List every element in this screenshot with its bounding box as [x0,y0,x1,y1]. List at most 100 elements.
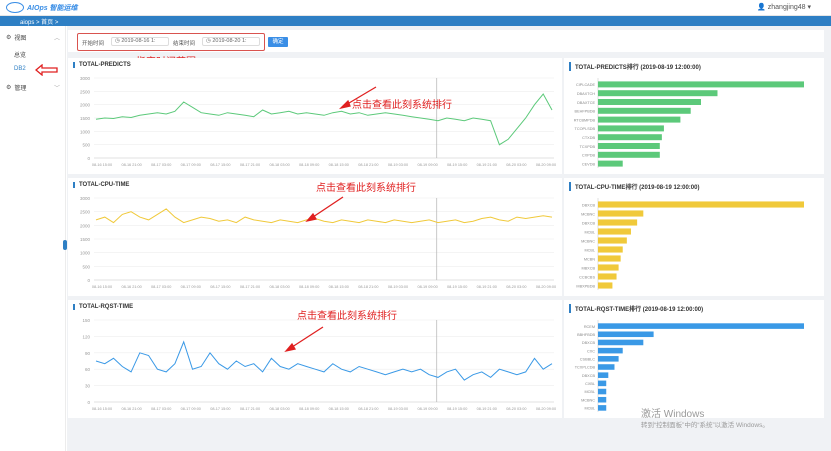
bar [598,323,804,329]
cpu-chart-panel: TOTAL-CPU-TIME 0 500 1000 1500 2000 2500 3000 0… [68,178,562,296]
series-line [95,340,553,381]
category-label: MCBN [584,257,595,261]
user-icon: 👤 [757,4,766,11]
x-tick-label: 08-19 03:00 [388,285,408,289]
bar [598,201,804,208]
y-tick-label: 120 [82,334,90,339]
x-tick-label: 08-17 21:00 [240,163,260,167]
y-tick-label: 500 [82,143,90,148]
sidebar-group-label: 管理 [14,86,27,92]
end-time-input[interactable]: ◷ 2019-08-20 1: [202,37,260,46]
start-time-input[interactable]: ◷ 2019-08-16 1: [111,37,169,46]
logo-icon [6,2,24,13]
category-label: MBXCB [581,266,595,270]
start-time-value: 2019-08-16 1: [121,38,156,44]
bar [598,219,638,226]
predicts-bar-chart[interactable]: CIPLCADE DBAXTCH DBAXTCE BEHFPBDB RTCBMPDB TC… [564,58,824,174]
top-bar: AIOps 智能运维 👤 zhangjing48 ▾ [0,0,831,16]
x-tick-label: 08-19 21:00 [477,285,497,289]
gear-icon: ⚙ [6,85,12,91]
x-tick-label: 08-16 15:00 [92,163,112,167]
y-tick-label: 2500 [80,210,91,215]
category-label: DBAXTCE [577,101,595,105]
category-label: BBHFBDB [577,333,595,337]
gear-icon: ⚙ [6,35,12,41]
user-menu[interactable]: 👤 zhangjing48 ▾ [757,3,811,11]
x-tick-label: 08-17 03:00 [151,407,171,411]
x-tick-label: 08-17 21:00 [240,285,260,289]
sidebar-item-overview[interactable]: 总览 [14,50,26,59]
category-label: RTCBMPDB [574,118,596,122]
x-tick-label: 08-19 15:00 [447,285,467,289]
predicts-line-chart[interactable]: 0 500 1000 1500 2000 2500 3000 08-16 15:00 08-16… [68,58,562,174]
x-tick-label: 08-19 15:00 [447,163,467,167]
x-tick-label: 08-17 21:00 [240,407,260,411]
cpu-bar-chart[interactable]: DBXCB MCBNC DBXCB MCBL MCBNC MCBL MCBN MBXCB CCB… [564,178,824,296]
breadcrumb-bar: aiops > 首页 > [0,16,831,26]
bar [598,331,654,338]
sidebar-group-manage[interactable]: ⚙ 管理 ﹀ [6,83,60,92]
x-tick-label: 08-18 09:00 [299,407,319,411]
rqst-bar-chart[interactable]: RCEM BBHFBDB DBXCB CXC CSBBLC TCXPLCDB DBXCB CX… [564,300,824,418]
x-tick-label: 08-17 03:00 [151,163,171,167]
bar [598,396,607,403]
x-tick-label: 08-18 03:00 [269,407,289,411]
x-tick-label: 08-19 21:00 [477,407,497,411]
category-label: CSBBLC [580,357,595,361]
x-tick-label: 08-17 09:00 [181,285,201,289]
y-tick-label: 90 [85,351,91,356]
bar [598,380,607,387]
x-tick-label: 08-18 15:00 [329,163,349,167]
category-label: CEVDB [582,162,596,166]
predicts-chart-panel: TOTAL-PREDICTS 0 500 1000 1500 2000 2500 3000 0… [68,58,562,174]
x-tick-label: 08-20 09:00 [536,285,556,289]
bar [598,405,607,411]
category-label: TCXPDB [580,145,596,149]
x-tick-label: 08-17 15:00 [210,285,230,289]
annotation-arrow-left-icon [35,64,58,76]
bar [598,347,623,354]
y-tick-label: 0 [87,400,90,405]
category-label: TCXPLCDB [575,366,596,370]
confirm-button[interactable]: 确定 [268,37,288,47]
x-tick-label: 08-20 03:00 [506,285,526,289]
breadcrumb[interactable]: aiops > 首页 > [20,17,58,26]
x-tick-label: 08-18 21:00 [358,285,378,289]
end-time-value: 2019-08-20 1: [212,38,247,44]
bar [598,273,617,280]
bar [598,364,615,370]
x-tick-label: 08-17 09:00 [181,407,201,411]
category-label: MCBNC [581,398,595,402]
logo[interactable]: AIOps 智能运维 [6,2,78,13]
x-tick-label: 08-18 21:00 [358,163,378,167]
bar [598,210,644,217]
sidebar-group-view[interactable]: ⚙ 视图 ︿ [6,33,60,42]
x-tick-label: 08-20 03:00 [506,407,526,411]
category-label: DBXCB [582,341,596,345]
y-tick-label: 3000 [80,196,91,201]
bar [598,356,619,362]
x-tick-label: 08-19 09:00 [417,163,437,167]
sidebar-item-db2[interactable]: DB2 [14,66,26,72]
annotation-click-predicts: 点击查看此刻系统排行 [352,100,452,111]
user-name: zhangjing48 [767,4,806,11]
watermark-title: 激活 Windows [641,409,705,420]
bar [598,372,609,378]
category-label: DBXCB [582,374,596,378]
cpu-rank-panel: TOTAL-CPU-TIME排行 (2019-08-19 12:00:00) D… [564,178,824,296]
series-line [95,93,553,146]
cpu-line-chart[interactable]: 0 500 1000 1500 2000 2500 3000 08-16 15:00 08-16… [68,178,562,296]
x-tick-label: 08-19 03:00 [388,163,408,167]
y-tick-label: 3000 [80,76,91,81]
y-tick-label: 0 [87,278,90,283]
predicts-rank-panel: TOTAL-PREDICTS排行 (2019-08-19 12:00:00) C… [564,58,824,174]
x-tick-label: 08-19 09:00 [417,407,437,411]
bar [598,388,607,395]
category-label: CTXDB [582,136,595,140]
bar [598,255,621,262]
x-tick-label: 08-20 09:00 [536,407,556,411]
y-tick-label: 1000 [80,251,91,256]
x-tick-label: 08-18 09:00 [299,163,319,167]
bar [598,237,627,244]
y-tick-label: 150 [82,318,90,323]
